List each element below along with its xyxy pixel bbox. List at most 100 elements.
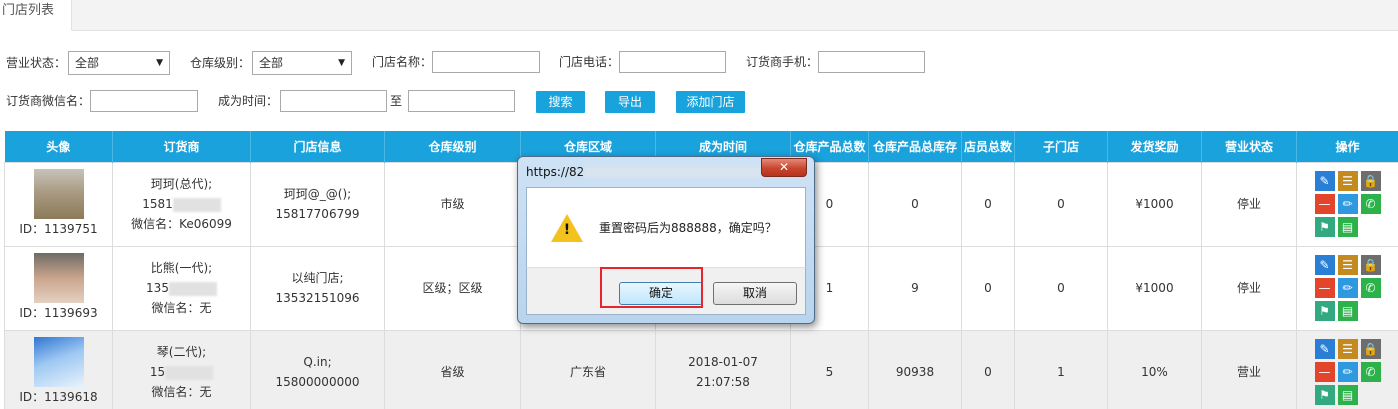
pencil-icon[interactable]: ✏ (1337, 194, 1358, 214)
edit-icon[interactable]: ✎ (1314, 339, 1335, 359)
col-header-avatar: 头像 (4, 131, 113, 162)
store-info-cell: 以纯门店; 13532151096 (250, 245, 385, 331)
store-phone: 15817706799 (275, 207, 360, 221)
buyer-wechat: 微信名：无 (151, 385, 212, 399)
reward-cell: 10% (1107, 329, 1202, 409)
level-cell: 省级 (384, 329, 521, 409)
minus-icon[interactable]: — (1314, 362, 1335, 382)
col-header-buyer: 订货商 (112, 131, 251, 162)
col-header-sub-store: 子门店 (1014, 131, 1108, 162)
buyer-phone: 15 (149, 365, 166, 379)
store-phone-input[interactable] (619, 51, 726, 73)
since-date: 2018-01-07 (688, 355, 758, 369)
store-name-label: 门店名称： (372, 55, 433, 69)
buyer-cell: 比熊(一代); 135 微信名：无 (112, 245, 251, 331)
tab-store-list[interactable]: 门店列表 (0, 0, 72, 31)
status-select[interactable]: 全部 ▼ (68, 51, 170, 75)
sub-store-count-link[interactable]: 0 (1014, 161, 1108, 247)
list-icon[interactable]: ☰ (1337, 171, 1358, 191)
redacted-block (172, 197, 221, 212)
chevron-down-icon: ▼ (156, 58, 163, 68)
status-cell: 营业 (1201, 329, 1297, 409)
close-button[interactable]: ✕ (761, 158, 807, 177)
add-store-button[interactable]: 添加门店 (676, 91, 745, 113)
phone-icon[interactable]: ✆ (1360, 362, 1381, 382)
dialog-title: https://82 (526, 165, 585, 179)
dialog-message: 重置密码后为888888，确定吗？ (599, 221, 777, 235)
store-id: ID：1139693 (19, 306, 98, 320)
col-header-store-info: 门店信息 (250, 131, 385, 162)
ok-highlight-box (600, 267, 703, 308)
store-info-cell: 珂珂@_@(); 15817706799 (250, 161, 385, 247)
flag-icon[interactable]: ⚑ (1314, 301, 1335, 321)
edit-icon[interactable]: ✎ (1314, 171, 1335, 191)
since-start-input[interactable] (280, 90, 387, 112)
lock-icon[interactable]: 🔒 (1360, 339, 1381, 359)
minus-icon[interactable]: — (1314, 194, 1335, 214)
buyer-name: 比熊(一代); (150, 261, 213, 275)
minus-icon[interactable]: — (1314, 278, 1335, 298)
tab-bar: 门店列表 (0, 0, 1398, 31)
buyer-mobile-input[interactable] (818, 51, 925, 73)
export-button[interactable]: 导出 (605, 91, 655, 113)
store-name: 珂珂@_@(); (283, 187, 352, 201)
staff-count-link[interactable]: 0 (961, 245, 1015, 331)
store-phone: 13532151096 (275, 291, 360, 305)
actions-cell: ✎ ☰ 🔒 — ✏ ✆ ⚑ ▤ (1296, 161, 1398, 247)
flag-icon[interactable]: ⚑ (1314, 217, 1335, 237)
col-header-actions: 操作 (1296, 131, 1398, 162)
pencil-icon[interactable]: ✏ (1337, 278, 1358, 298)
flag-icon[interactable]: ⚑ (1314, 385, 1335, 405)
reward-cell: ¥1000 (1107, 245, 1202, 331)
chevron-down-icon: ▼ (338, 58, 345, 68)
buyer-name: 珂珂(总代); (150, 177, 213, 191)
pencil-icon[interactable]: ✏ (1337, 362, 1358, 382)
level-label: 仓库级别： (190, 56, 251, 70)
staff-count-link[interactable]: 0 (961, 161, 1015, 247)
cancel-button[interactable]: 取消 (713, 282, 797, 305)
since-cell: 2018-01-07 21:07:58 (655, 329, 791, 409)
store-name-input[interactable] (432, 51, 540, 73)
confirm-dialog: https://82 ✕ ! 重置密码后为888888，确定吗？ 确定 取消 (517, 156, 815, 324)
sub-store-count-link[interactable]: 0 (1014, 245, 1108, 331)
since-end-input[interactable] (408, 90, 515, 112)
since-time: 21:07:58 (696, 375, 750, 389)
stock-cell: 0 (868, 161, 962, 247)
buyer-mobile-label: 订货商手机： (746, 55, 819, 69)
edit-icon[interactable]: ✎ (1314, 255, 1335, 275)
reward-cell: ¥1000 (1107, 161, 1202, 247)
stock-cell: 90938 (868, 329, 962, 409)
level-select[interactable]: 全部 ▼ (252, 51, 352, 75)
sub-store-count-link[interactable]: 1 (1014, 329, 1108, 409)
lock-icon[interactable]: 🔒 (1360, 171, 1381, 191)
list-icon[interactable]: ☰ (1337, 255, 1358, 275)
status-cell: 停业 (1201, 161, 1297, 247)
list-icon[interactable]: ☰ (1337, 339, 1358, 359)
buyer-wechat-input[interactable] (90, 90, 198, 112)
document-icon[interactable]: ▤ (1337, 301, 1358, 321)
avatar[interactable] (33, 169, 84, 219)
avatar[interactable] (33, 337, 84, 387)
search-button[interactable]: 搜索 (536, 91, 585, 113)
avatar[interactable] (33, 253, 84, 303)
redacted-block (168, 281, 217, 296)
document-icon[interactable]: ▤ (1337, 385, 1358, 405)
staff-count-link[interactable]: 0 (961, 329, 1015, 409)
status-label: 营业状态： (6, 56, 67, 70)
col-header-stock: 仓库产品总库存 (868, 131, 962, 162)
phone-icon[interactable]: ✆ (1360, 278, 1381, 298)
status-cell: 停业 (1201, 245, 1297, 331)
table-row: ID：1139618 琴(二代); 15 微信名：无 Q.in; 1580000… (4, 329, 1398, 409)
redacted-block (584, 166, 764, 178)
phone-icon[interactable]: ✆ (1360, 194, 1381, 214)
since-label: 成为时间： (218, 94, 279, 108)
lock-icon[interactable]: 🔒 (1360, 255, 1381, 275)
warning-icon-mark: ! (563, 222, 571, 238)
document-icon[interactable]: ▤ (1337, 217, 1358, 237)
buyer-wechat-label: 订货商微信名： (6, 94, 91, 108)
dialog-body: ! 重置密码后为888888，确定吗？ (526, 187, 806, 267)
stock-cell: 9 (868, 245, 962, 331)
buyer-phone: 135 (146, 281, 169, 295)
store-phone-label: 门店电话： (559, 55, 620, 69)
buyer-wechat: 微信名：Ke06099 (131, 217, 232, 231)
